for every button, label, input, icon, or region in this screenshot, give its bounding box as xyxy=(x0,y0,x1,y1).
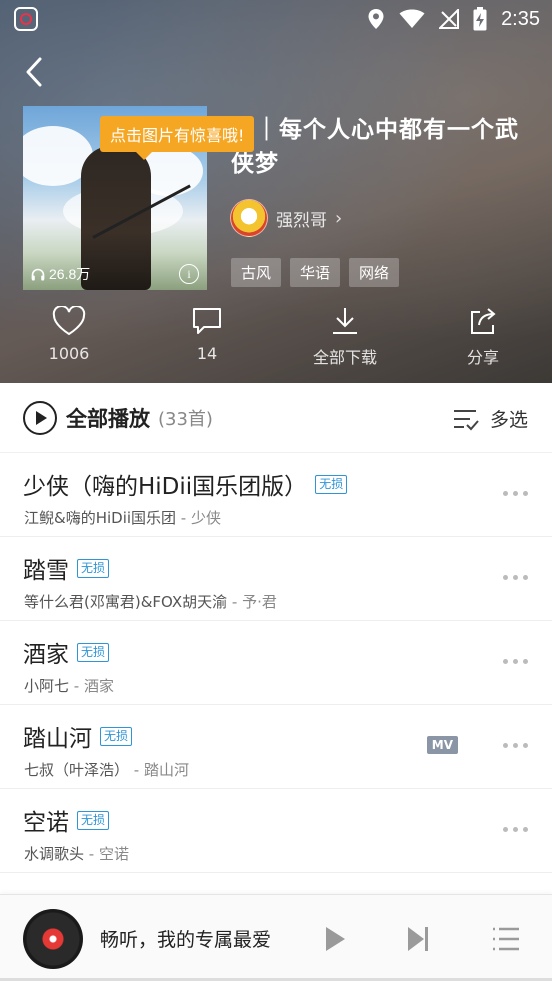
song-album: 踏山河 xyxy=(143,761,189,779)
song-subtitle: 七叔（叶泽浩） - 踏山河 xyxy=(24,761,189,779)
song-title: 踏山河 xyxy=(23,726,92,752)
share-icon xyxy=(471,308,496,334)
chevron-right-icon: › xyxy=(335,207,343,229)
back-button[interactable] xyxy=(16,54,52,90)
comment-button[interactable]: 14 xyxy=(138,306,276,376)
favorite-count: 1006 xyxy=(48,344,90,363)
song-artist: 等什么君(邓寓君)&FOX胡天渝 xyxy=(24,593,228,611)
queue-list-icon xyxy=(493,927,519,951)
lossless-badge: 无损 xyxy=(77,558,110,578)
play-icon xyxy=(326,927,345,951)
creator-link[interactable]: 强烈哥 › xyxy=(230,199,342,237)
battery-charging-icon xyxy=(473,7,487,31)
song-title: 酒家 xyxy=(23,642,69,668)
lossless-badge: 无损 xyxy=(100,726,133,746)
creator-name: 强烈哥 xyxy=(276,210,327,231)
cover-swordsman-figure xyxy=(81,146,151,290)
song-album: 少侠 xyxy=(190,509,221,527)
wifi-icon xyxy=(399,9,425,28)
more-options-icon[interactable] xyxy=(503,575,528,580)
play-all-button[interactable]: 全部播放 (33首) xyxy=(22,400,213,436)
download-all-label: 全部下载 xyxy=(312,348,377,367)
share-button[interactable]: 分享 xyxy=(414,306,552,376)
song-title: 少侠（嗨的HiDii国乐团版） xyxy=(23,474,308,500)
song-album: 空诺 xyxy=(98,845,129,863)
song-artist: 水调歌头 xyxy=(24,845,85,863)
song-subtitle: 小阿七 - 酒家 xyxy=(24,677,114,695)
tag-chip[interactable]: 网络 xyxy=(349,258,400,287)
cover-info-button[interactable]: i xyxy=(179,264,199,284)
tag-chip[interactable]: 古风 xyxy=(231,258,282,287)
skip-next-icon xyxy=(408,927,428,951)
play-all-label: 全部播放 xyxy=(66,407,150,431)
music-app-notification-icon xyxy=(14,7,38,31)
more-options-icon[interactable] xyxy=(503,827,528,832)
share-label: 分享 xyxy=(466,348,499,367)
favorite-button[interactable]: 1006 xyxy=(0,306,138,376)
creator-avatar xyxy=(230,199,268,237)
play-circle-icon xyxy=(23,401,57,435)
song-row[interactable]: 空诺 无损 水调歌头 - 空诺 xyxy=(0,789,552,873)
song-row[interactable]: 少侠（嗨的HiDii国乐团版） 无损 江鲵&嗨的HiDii国乐团 - 少侠 xyxy=(0,453,552,537)
now-playing-disc[interactable] xyxy=(23,909,83,969)
song-subtitle: 等什么君(邓寓君)&FOX胡天渝 - 予·君 xyxy=(24,593,277,611)
song-subtitle: 水调歌头 - 空诺 xyxy=(24,845,129,863)
comment-icon xyxy=(193,308,221,334)
more-options-icon[interactable] xyxy=(503,659,528,664)
play-all-bar: 全部播放 (33首) 多选 xyxy=(0,383,552,453)
playlist-action-bar: 1006 14 全部下载 分享 xyxy=(0,306,552,376)
status-time: 2:35 xyxy=(501,7,540,30)
cover-surprise-tooltip[interactable]: 点击图片有惊喜哦! xyxy=(100,116,255,160)
song-subtitle: 江鲵&嗨的HiDii国乐团 - 少侠 xyxy=(24,509,221,527)
song-count: (33首) xyxy=(158,409,213,430)
song-artist: 七叔（叶泽浩） xyxy=(24,761,130,779)
now-playing-title[interactable]: 畅听，我的专属最爱 xyxy=(100,925,271,952)
song-album: 予·君 xyxy=(242,593,277,611)
multi-select-list-icon xyxy=(453,409,479,430)
play-count-value: 26.8万 xyxy=(49,266,91,282)
mini-player[interactable]: 畅听，我的专属最爱 xyxy=(0,894,552,981)
playlist-title: 风｜每个人心中都有一个武侠梦 xyxy=(231,117,519,177)
song-title: 空诺 xyxy=(23,810,69,836)
mv-button[interactable]: MV xyxy=(426,736,458,754)
tag-chip[interactable]: 华语 xyxy=(290,258,341,287)
song-row[interactable]: 踏山河 无损 七叔（叶泽浩） - 踏山河 MV xyxy=(0,705,552,789)
chevron-left-icon xyxy=(26,57,42,87)
song-list: 少侠（嗨的HiDii国乐团版） 无损 江鲵&嗨的HiDii国乐团 - 少侠 踏雪… xyxy=(0,453,552,873)
no-signal-icon xyxy=(439,9,460,29)
heart-icon xyxy=(52,306,86,336)
lossless-badge: 无损 xyxy=(77,642,110,662)
song-album: 酒家 xyxy=(83,677,114,695)
headphones-icon xyxy=(31,268,45,280)
multi-select-label: 多选 xyxy=(489,409,528,431)
song-title: 踏雪 xyxy=(23,558,69,584)
comment-count: 14 xyxy=(196,344,218,363)
download-all-button[interactable]: 全部下载 xyxy=(276,306,414,376)
download-icon xyxy=(333,308,357,334)
location-icon xyxy=(368,9,384,29)
lossless-badge: 无损 xyxy=(77,810,110,830)
playlist-queue-button[interactable] xyxy=(488,921,524,957)
song-row[interactable]: 踏雪 无损 等什么君(邓寓君)&FOX胡天渝 - 予·君 xyxy=(0,537,552,621)
next-track-button[interactable] xyxy=(400,921,436,957)
multi-select-button[interactable]: 多选 xyxy=(452,405,528,432)
play-count: 26.8万 xyxy=(31,264,90,284)
playlist-tags: 古风 华语 网络 xyxy=(231,258,400,287)
status-bar: 2:35 xyxy=(0,0,552,38)
play-button[interactable] xyxy=(317,921,353,957)
song-artist: 小阿七 xyxy=(24,677,70,695)
song-row[interactable]: 酒家 无损 小阿七 - 酒家 xyxy=(0,621,552,705)
song-artist: 江鲵&嗨的HiDii国乐团 xyxy=(24,509,177,527)
more-options-icon[interactable] xyxy=(503,491,528,496)
more-options-icon[interactable] xyxy=(503,743,528,748)
lossless-badge: 无损 xyxy=(315,474,348,494)
